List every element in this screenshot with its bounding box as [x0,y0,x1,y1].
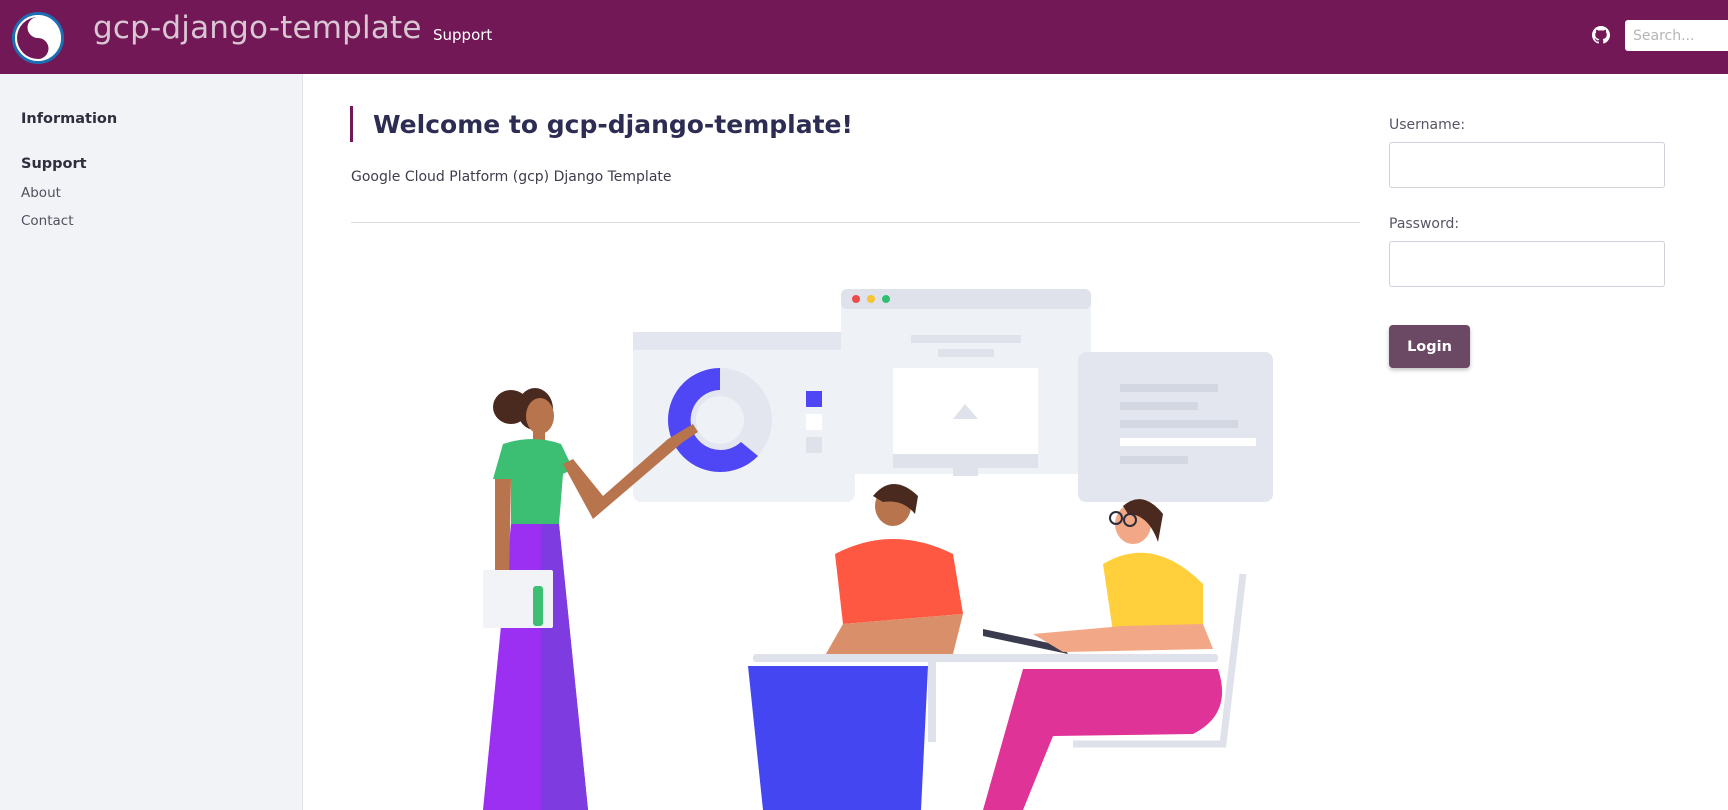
login-button[interactable]: Login [1389,325,1470,368]
site-title[interactable]: gcp-django-template [93,10,422,46]
username-label: Username: [1389,117,1466,133]
password-input[interactable] [1389,241,1665,287]
search-input[interactable] [1625,20,1728,51]
sidebar-heading-information[interactable]: Information [21,111,117,127]
sidebar-heading-support[interactable]: Support [21,156,87,172]
team-dashboard-illustration [483,289,1273,810]
nav-support-link[interactable]: Support [433,26,492,44]
content-divider [351,222,1360,223]
top-navbar: gcp-django-template Support [0,0,1728,74]
sidebar-link-contact[interactable]: Contact [21,213,74,229]
page-subtitle: Google Cloud Platform (gcp) Django Templ… [351,169,672,185]
sidebar: Information Support About Contact [0,74,303,810]
main-content: Welcome to gcp-django-template! Google C… [303,74,1728,810]
sidebar-link-about[interactable]: About [21,185,61,201]
title-accent-bar [350,106,353,142]
site-logo-icon[interactable] [12,12,64,64]
page-title: Welcome to gcp-django-template! [373,110,853,139]
username-input[interactable] [1389,142,1665,188]
github-icon[interactable] [1592,26,1610,44]
password-label: Password: [1389,216,1460,232]
